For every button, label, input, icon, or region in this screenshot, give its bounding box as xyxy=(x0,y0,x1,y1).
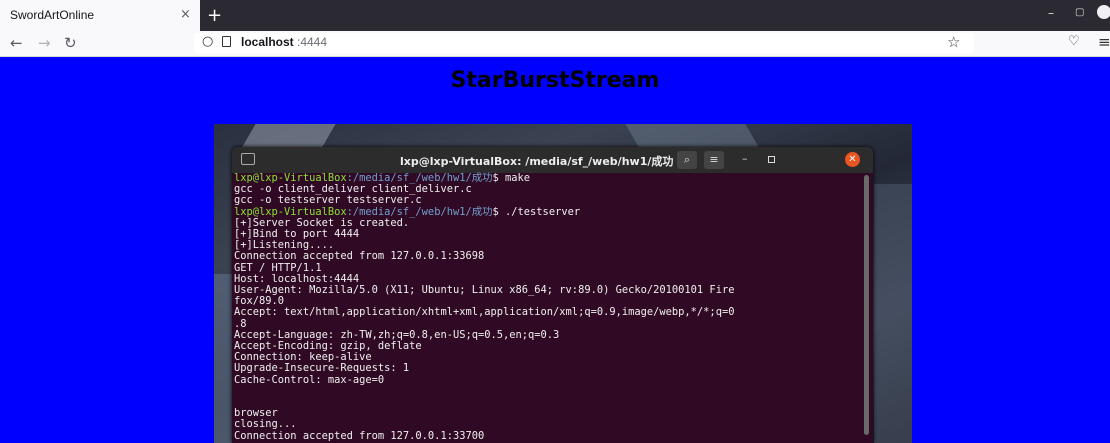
shield-icon[interactable]: ○ xyxy=(202,34,213,49)
pocket-icon[interactable]: ♡ xyxy=(1068,34,1080,49)
terminal-new-tab-icon xyxy=(241,153,255,165)
terminal-maximize-icon xyxy=(768,156,775,163)
tab-title: SwordArtOnline xyxy=(10,8,95,22)
terminal-titlebar: lxp@lxp-VirtualBox: /media/sf_/web/hw1/成… xyxy=(232,147,873,173)
maximize-icon[interactable]: ▢ xyxy=(1075,7,1084,18)
close-window-icon[interactable] xyxy=(1097,5,1110,19)
reload-icon[interactable]: ↻ xyxy=(64,34,77,52)
prompt-command: $ ./testserver xyxy=(492,205,581,218)
menu-icon: ≡ xyxy=(704,151,724,169)
prompt-path: :/media/sf_/web/hw1/成功 xyxy=(346,172,493,184)
prompt-user: lxp@lxp-VirtualBox xyxy=(234,205,347,218)
new-tab-button[interactable]: + xyxy=(207,5,222,26)
forward-arrow-icon[interactable]: → xyxy=(38,34,51,52)
minimize-icon[interactable]: – xyxy=(1048,6,1054,20)
tab-close-icon[interactable]: × xyxy=(180,7,191,22)
prompt-command: $ make xyxy=(492,172,531,184)
terminal-line: Accept: text/html,application/xhtml+xml,… xyxy=(234,306,735,319)
terminal-line: User-Agent: Mozilla/5.0 (X11; Ubuntu; Li… xyxy=(234,284,735,297)
prompt-user: lxp@lxp-VirtualBox xyxy=(234,172,347,184)
prompt-path: :/media/sf_/web/hw1/成功 xyxy=(346,205,493,218)
terminal-line: browser xyxy=(234,407,278,420)
url-host: localhost xyxy=(241,35,294,49)
url-bar[interactable]: ○ localhost :4444 ☆ xyxy=(194,33,974,53)
terminal-line: closing... xyxy=(234,418,297,431)
terminal-minimize-icon: – xyxy=(742,152,748,165)
terminal-line: Cache-Control: max-age=0 xyxy=(234,373,385,386)
terminal-output: lxp@lxp-VirtualBox:/media/sf_/web/hw1/成功… xyxy=(234,172,861,442)
bookmark-star-icon[interactable]: ☆ xyxy=(947,33,960,51)
terminal-window: lxp@lxp-VirtualBox: /media/sf_/web/hw1/成… xyxy=(232,147,873,443)
terminal-scrollbar xyxy=(864,175,869,435)
navigation-bar: ← → ↻ ○ localhost :4444 ☆ ♡ ≡ xyxy=(0,31,1110,57)
terminal-close-icon: ✕ xyxy=(845,152,860,167)
tab-strip: SwordArtOnline × + – ▢ xyxy=(0,0,1110,31)
browser-tab[interactable]: SwordArtOnline × xyxy=(0,0,200,31)
search-icon: ⌕ xyxy=(677,151,697,169)
url-port: :4444 xyxy=(297,35,328,49)
hamburger-menu-icon[interactable]: ≡ xyxy=(1098,33,1110,51)
page-title: StarBurstStream xyxy=(450,68,660,93)
terminal-line: Connection accepted from 127.0.0.1:33698 xyxy=(234,250,485,263)
page-icon xyxy=(222,36,231,47)
back-arrow-icon[interactable]: ← xyxy=(10,34,23,52)
terminal-title: lxp@lxp-VirtualBox: /media/sf_/web/hw1/成… xyxy=(400,155,674,168)
terminal-line: Upgrade-Insecure-Requests: 1 xyxy=(234,362,410,375)
terminal-line: Connection accepted from 127.0.0.1:33700 xyxy=(234,429,485,442)
